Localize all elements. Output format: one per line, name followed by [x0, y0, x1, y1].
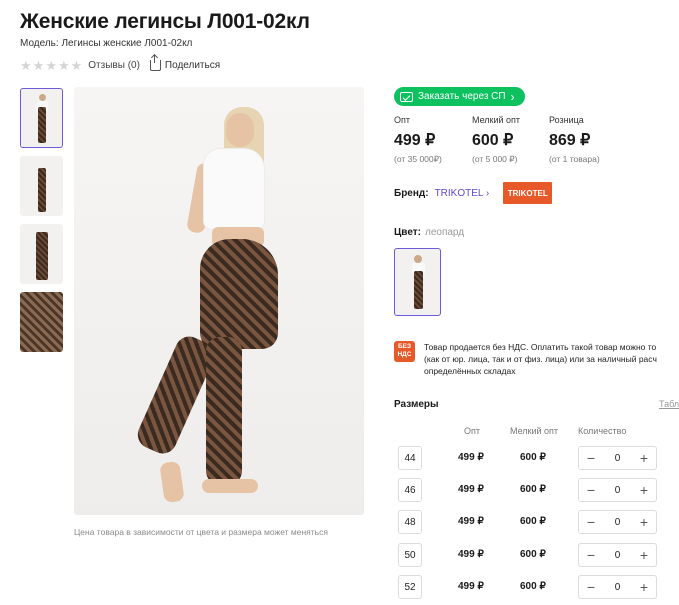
quantity-stepper: − 0 +	[578, 510, 657, 534]
sizes-title: Размеры	[394, 399, 439, 410]
product-title: Женские легинсы Л001-02кл	[20, 10, 310, 33]
vat-notice: БЕЗ НДС Товар продается без НДС. Оплатит…	[394, 341, 679, 377]
size-opt-price: 499 ₽	[458, 484, 484, 495]
plus-icon[interactable]: +	[638, 515, 650, 529]
share-label: Поделиться	[164, 59, 221, 71]
size-label: 48	[398, 510, 422, 534]
size-label: 50	[398, 543, 422, 567]
size-row: 50 499 ₽ 600 ₽ − 0 +	[394, 543, 679, 567]
plus-icon[interactable]: +	[638, 451, 650, 465]
thumbnail-4[interactable]	[20, 292, 63, 352]
size-small-opt-price: 600 ₽	[520, 581, 546, 592]
quantity-stepper: − 0 +	[578, 543, 657, 567]
plus-icon[interactable]: +	[638, 548, 650, 562]
thumbnail-1[interactable]	[20, 88, 63, 148]
brand-link[interactable]: TRIKOTEL ›	[435, 188, 490, 199]
size-opt-price: 499 ₽	[458, 549, 484, 560]
vat-text: Товар продается без НДС. Оплатить такой …	[424, 342, 657, 376]
order-via-sp-button[interactable]: Заказать через СП ›	[394, 87, 525, 106]
quantity-value[interactable]: 0	[615, 485, 621, 496]
size-small-opt-price: 600 ₽	[520, 516, 546, 527]
reviews-link[interactable]: Отзывы (0)	[88, 60, 140, 71]
quantity-value[interactable]: 0	[615, 582, 621, 593]
photo-caption: Цена товара в зависимости от цвета и раз…	[74, 527, 328, 537]
chevron-right-icon: ›	[485, 187, 490, 199]
minus-icon[interactable]: −	[585, 515, 597, 529]
quantity-value[interactable]: 0	[615, 517, 621, 528]
main-product-photo[interactable]	[74, 87, 364, 515]
chevron-right-icon: ›	[510, 89, 515, 104]
size-label: 44	[398, 446, 422, 470]
rating-stars[interactable]: ★ ★ ★ ★ ★	[20, 59, 82, 72]
quantity-value[interactable]: 0	[615, 550, 621, 561]
star-icon: ★	[45, 57, 57, 73]
brand-logo[interactable]: TRIKOTEL	[503, 182, 553, 204]
size-small-opt-price: 600 ₽	[520, 484, 546, 495]
cart-icon	[400, 91, 413, 102]
minus-icon[interactable]: −	[585, 451, 597, 465]
price-retail: Розница 869 ₽ (от 1 товара)	[549, 115, 600, 164]
plus-icon[interactable]: +	[638, 483, 650, 497]
share-button[interactable]: Поделиться	[149, 54, 221, 71]
size-opt-price: 499 ₽	[458, 516, 484, 527]
size-small-opt-price: 600 ₽	[520, 452, 546, 463]
no-vat-badge: БЕЗ НДС	[394, 341, 415, 362]
size-opt-price: 499 ₽	[458, 452, 484, 463]
brand-label: Бренд:	[394, 187, 429, 199]
quantity-value[interactable]: 0	[615, 453, 621, 464]
quantity-stepper: − 0 +	[578, 575, 657, 599]
product-model: Модель: Легинсы женские Л001-02кл	[20, 38, 193, 49]
header-small-opt: Мелкий опт	[510, 426, 559, 436]
header-qty: Количество	[578, 426, 627, 436]
thumbnail-2[interactable]	[20, 156, 63, 216]
size-small-opt-price: 600 ₽	[520, 549, 546, 560]
price-block: Опт 499 ₽ (от 35 000₽) Мелкий опт 600 ₽ …	[394, 115, 629, 165]
size-row: 48 499 ₽ 600 ₽ − 0 +	[394, 510, 679, 534]
size-row: 52 499 ₽ 600 ₽ − 0 +	[394, 575, 679, 599]
share-icon	[149, 54, 161, 71]
quantity-stepper: − 0 +	[578, 446, 657, 470]
minus-icon[interactable]: −	[585, 483, 597, 497]
color-swatch-leopard[interactable]	[394, 248, 441, 316]
size-table-link[interactable]: Табл	[659, 399, 679, 409]
plus-icon[interactable]: +	[638, 580, 650, 594]
star-icon: ★	[20, 57, 32, 73]
size-opt-price: 499 ₽	[458, 581, 484, 592]
price-small-wholesale: Мелкий опт 600 ₽ (от 5 000 ₽)	[472, 115, 521, 164]
minus-icon[interactable]: −	[585, 548, 597, 562]
header-opt: Опт	[464, 426, 480, 436]
size-label: 46	[398, 478, 422, 502]
size-label: 52	[398, 575, 422, 599]
rating-row: ★ ★ ★ ★ ★ Отзывы (0) Поделиться	[20, 54, 221, 72]
color-row: Цвет: леопард	[394, 227, 464, 238]
star-icon: ★	[70, 57, 83, 73]
color-label: Цвет:	[394, 227, 421, 238]
size-row: 44 499 ₽ 600 ₽ − 0 +	[394, 446, 679, 470]
order-button-label: Заказать через СП	[418, 91, 506, 102]
minus-icon[interactable]: −	[585, 580, 597, 594]
star-icon: ★	[32, 57, 45, 73]
quantity-stepper: − 0 +	[578, 478, 657, 502]
thumbnail-3[interactable]	[20, 224, 63, 284]
star-icon: ★	[57, 57, 70, 73]
brand-row: Бренд: TRIKOTEL › TRIKOTEL	[394, 182, 553, 204]
size-row: 46 499 ₽ 600 ₽ − 0 +	[394, 478, 679, 502]
price-wholesale: Опт 499 ₽ (от 35 000₽)	[394, 115, 442, 164]
color-value: леопард	[424, 227, 465, 238]
thumbnail-list	[20, 88, 64, 360]
